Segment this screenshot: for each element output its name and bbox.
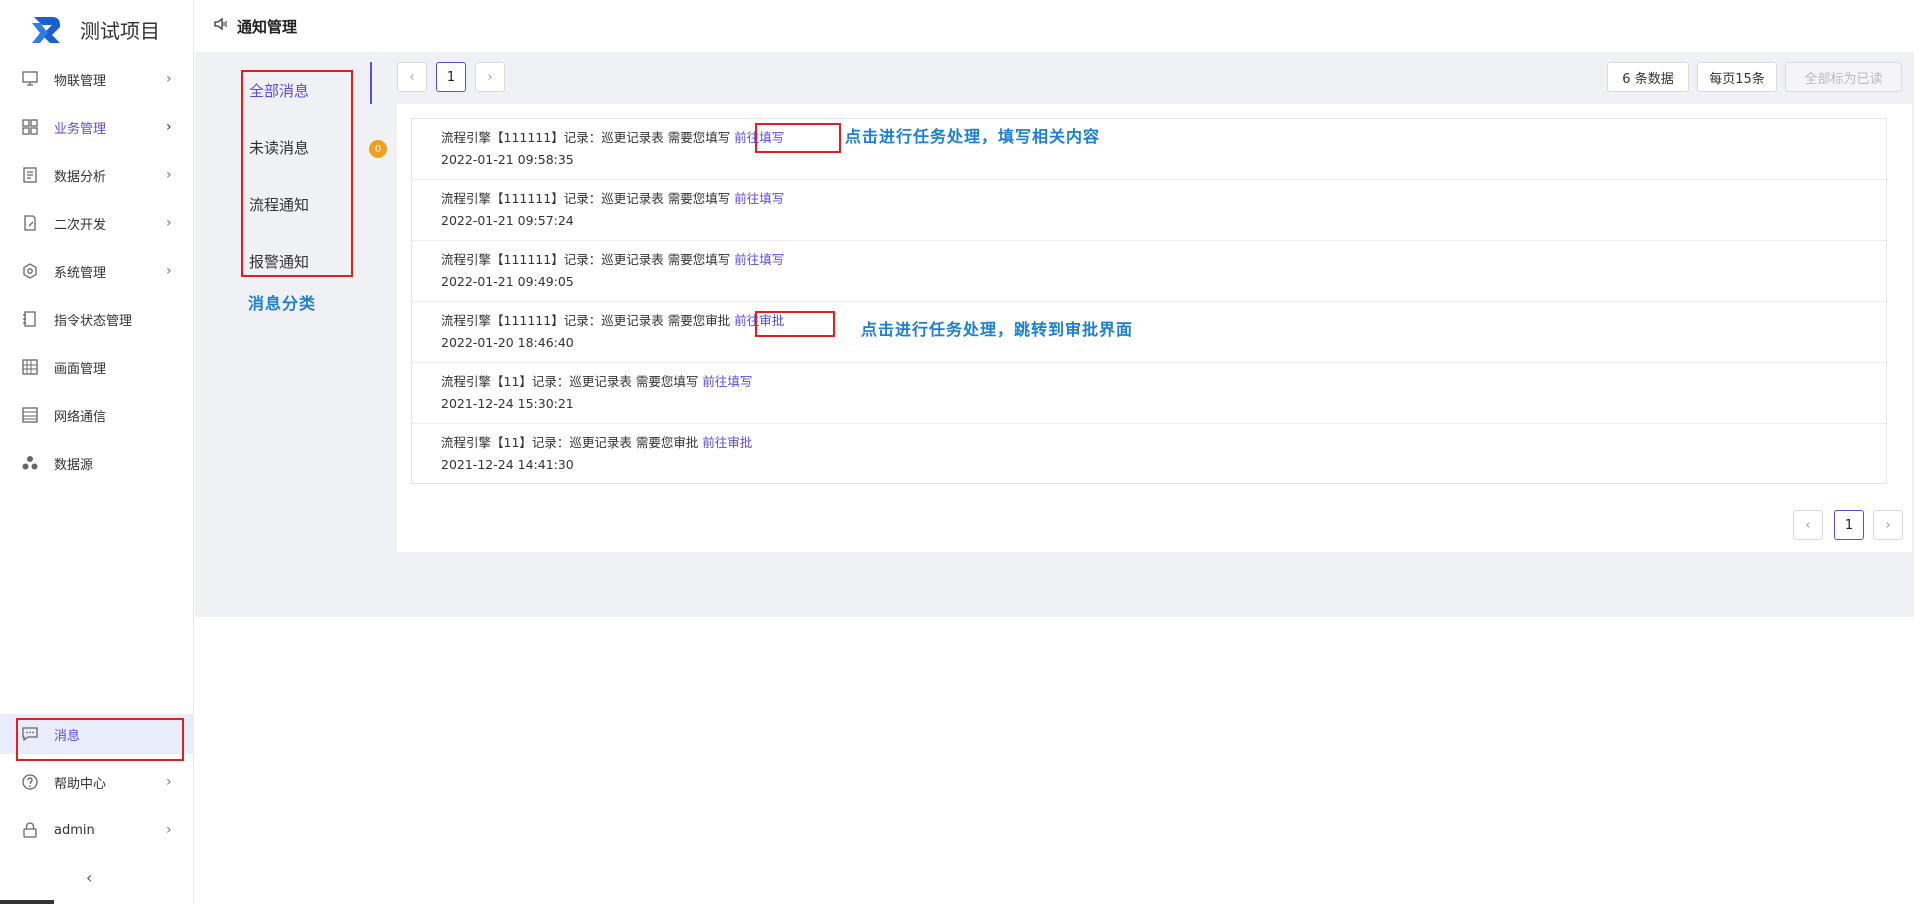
sidebar-item-label: 指令状态管理 [54, 313, 133, 329]
report-icon [20, 165, 40, 185]
count-display: 6 条数据 [1607, 62, 1689, 92]
chevron-right-icon: › [166, 71, 172, 87]
app-logo[interactable]: 测试项目 [28, 8, 160, 50]
gear-icon [20, 261, 40, 281]
message-row: 流程引擎【111111】记录：巡更记录表 需要您填写 前往填写 2022-01-… [412, 241, 1886, 302]
mark-all-read-button[interactable]: 全部标为已读 [1785, 62, 1902, 92]
chevron-right-icon: › [166, 774, 172, 790]
sidebar: 测试项目 物联管理 › 业务管理 › 数据分析 › 二次开发 › 系统管理 › [0, 0, 194, 904]
chevron-right-icon: › [166, 119, 172, 135]
message-row: 流程引擎【11】记录：巡更记录表 需要您填写 前往填写 2021-12-24 1… [412, 363, 1886, 424]
pager-prev-button[interactable]: ‹ [397, 62, 427, 92]
message-time: 2022-01-20 18:46:40 [441, 335, 574, 350]
sidebar-item-label: admin [54, 822, 95, 838]
message-text: 流程引擎【111111】记录：巡更记录表 需要您审批 [441, 313, 731, 328]
cluster-icon [20, 453, 40, 473]
unread-badge: 0 [369, 140, 387, 158]
sidebar-item-label: 物联管理 [54, 73, 107, 89]
pager-next-button[interactable]: › [475, 62, 505, 92]
message-row: 流程引擎【111111】记录：巡更记录表 需要您填写 前往填写 2022-01-… [412, 119, 1886, 180]
logo-icon [32, 17, 60, 43]
sidebar-item-label: 系统管理 [54, 265, 107, 281]
active-tab-indicator [370, 62, 372, 104]
message-text: 流程引擎【11】记录：巡更记录表 需要您填写 [441, 374, 699, 389]
annotation-box-messages [16, 718, 184, 761]
sidebar-item-business[interactable]: 业务管理 › [0, 107, 194, 147]
annotation-box-approve-link [755, 311, 835, 337]
sidebar-item-label: 数据分析 [54, 169, 107, 185]
annotation-category-caption: 消息分类 [248, 294, 317, 313]
per-page-select[interactable]: 每页15条 [1697, 62, 1777, 92]
sidebar-item-help[interactable]: 帮助中心 › [0, 762, 194, 802]
sidebar-item-network[interactable]: 网络通信 [0, 395, 194, 435]
sidebar-item-system[interactable]: 系统管理 › [0, 251, 194, 291]
go-fill-link[interactable]: 前往填写 [734, 191, 784, 206]
annotation-box-categories [241, 70, 353, 277]
speaker-icon [213, 16, 229, 36]
chevron-right-icon: › [166, 215, 172, 231]
page-header: 通知管理 [195, 0, 1914, 52]
bottom-pager-prev-button[interactable]: ‹ [1793, 510, 1823, 540]
bottom-pager-page-button[interactable]: 1 [1834, 510, 1864, 540]
annotation-fill-note: 点击进行任务处理，填写相关内容 [845, 127, 1101, 146]
bottom-pager-next-button[interactable]: › [1873, 510, 1903, 540]
message-row: 流程引擎【111111】记录：巡更记录表 需要您审批 前往审批 2022-01-… [412, 302, 1886, 363]
pager-page-button[interactable]: 1 [436, 62, 466, 92]
message-time: 2021-12-24 15:30:21 [441, 396, 574, 411]
sidebar-item-datasource[interactable]: 数据源 [0, 443, 194, 483]
sidebar-item-label: 二次开发 [54, 217, 107, 233]
sidebar-item-label: 帮助中心 [54, 776, 107, 792]
message-row: 流程引擎【11】记录：巡更记录表 需要您审批 前往审批 2021-12-24 1… [412, 424, 1886, 485]
sidebar-item-label: 数据源 [54, 457, 94, 473]
go-approve-link[interactable]: 前往审批 [702, 435, 752, 450]
scrollbar[interactable] [0, 900, 54, 904]
canvas-icon [20, 357, 40, 377]
chevron-right-icon: › [166, 167, 172, 183]
help-icon [20, 772, 40, 792]
sidebar-item-label: 画面管理 [54, 361, 107, 377]
chevron-right-icon: › [166, 822, 172, 838]
message-time: 2021-12-24 14:41:30 [441, 457, 574, 472]
sidebar-item-canvas[interactable]: 画面管理 [0, 347, 194, 387]
go-fill-link[interactable]: 前往填写 [734, 252, 784, 267]
message-time: 2022-01-21 09:58:35 [441, 152, 574, 167]
go-fill-link[interactable]: 前往填写 [702, 374, 752, 389]
app-title: 测试项目 [80, 18, 160, 43]
grid-icon [20, 117, 40, 137]
sidebar-item-analysis[interactable]: 数据分析 › [0, 155, 194, 195]
collapse-sidebar-button[interactable]: ‹ [86, 868, 92, 887]
message-list: 流程引擎【111111】记录：巡更记录表 需要您填写 前往填写 2022-01-… [411, 118, 1887, 484]
message-text: 流程引擎【111111】记录：巡更记录表 需要您填写 [441, 191, 731, 206]
page-title: 通知管理 [237, 17, 298, 36]
sidebar-item-dev[interactable]: 二次开发 › [0, 203, 194, 243]
sidebar-item-label: 网络通信 [54, 409, 107, 425]
sidebar-item-label: 业务管理 [54, 121, 107, 137]
annotation-approve-note: 点击进行任务处理，跳转到审批界面 [861, 320, 1134, 339]
monitor-icon [20, 69, 40, 89]
edit-doc-icon [20, 213, 40, 233]
annotation-box-fill-link [755, 123, 841, 153]
doc-icon [20, 309, 40, 329]
lock-icon [20, 820, 40, 840]
sidebar-item-command-status[interactable]: 指令状态管理 [0, 299, 194, 339]
message-text: 流程引擎【111111】记录：巡更记录表 需要您填写 [441, 252, 731, 267]
message-text: 流程引擎【11】记录：巡更记录表 需要您审批 [441, 435, 699, 450]
message-time: 2022-01-21 09:49:05 [441, 274, 574, 289]
message-row: 流程引擎【111111】记录：巡更记录表 需要您填写 前往填写 2022-01-… [412, 180, 1886, 241]
chevron-right-icon: › [166, 263, 172, 279]
message-text: 流程引擎【111111】记录：巡更记录表 需要您填写 [441, 130, 731, 145]
list-icon [20, 405, 40, 425]
message-list-panel: 流程引擎【111111】记录：巡更记录表 需要您填写 前往填写 2022-01-… [397, 104, 1912, 552]
sidebar-item-iot[interactable]: 物联管理 › [0, 59, 194, 99]
message-time: 2022-01-21 09:57:24 [441, 213, 574, 228]
sidebar-item-admin[interactable]: admin › [0, 810, 194, 850]
